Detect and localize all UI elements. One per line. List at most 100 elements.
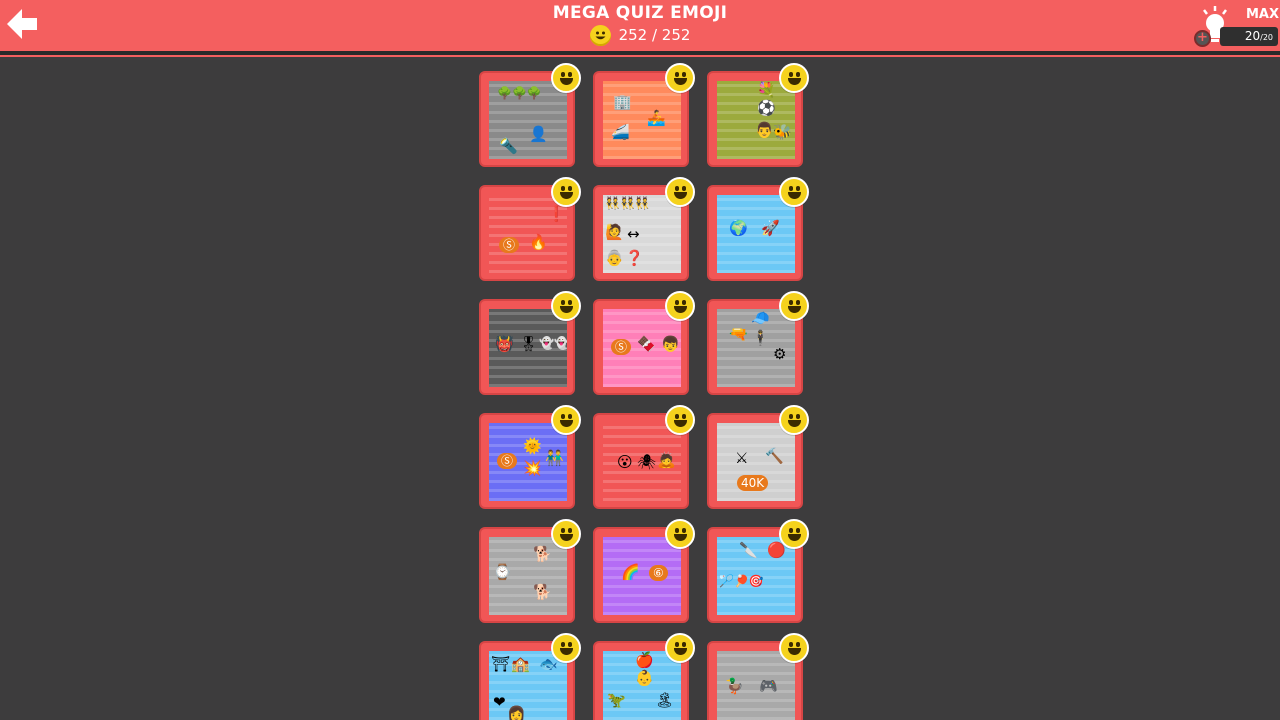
level-tile[interactable]: Ⓢ 🌞 💥 👬 <box>479 405 581 509</box>
puzzle-emoji: 🚣 <box>647 109 666 127</box>
level-tile[interactable]: 👯👯👯 🙋 ↔ 👵 ❓ <box>593 177 695 281</box>
smiley-mouth <box>674 78 687 85</box>
puzzle-emoji: 🌞 <box>523 437 542 455</box>
smiley-eye-left <box>561 72 565 77</box>
level-puzzle-image: 🍎 👶 🦖 🏝 <box>603 651 681 720</box>
smiley-eye-left <box>789 414 793 419</box>
puzzle-emoji: 🔫 <box>729 325 748 343</box>
solved-smiley-icon <box>551 519 581 549</box>
smiley-eye-left <box>789 300 793 305</box>
smiley-mouth <box>560 192 573 199</box>
puzzle-emoji: ⛩ <box>491 655 511 673</box>
solved-smiley-icon <box>665 291 695 321</box>
puzzle-emoji: ❤ <box>493 693 506 711</box>
smiley-eye-right <box>682 528 686 533</box>
puzzle-emoji: 💥 <box>523 459 542 477</box>
puzzle-emoji: 🐕 <box>533 583 552 601</box>
smiley-face-icon <box>595 31 606 39</box>
puzzle-emoji: ⌚ <box>493 563 512 581</box>
puzzle-emoji: 🔨 <box>765 447 784 465</box>
puzzle-emoji: ⚔ <box>735 449 749 467</box>
back-arrow-icon[interactable] <box>4 6 40 42</box>
level-tile[interactable]: ⌚ 🐕 🐕 <box>479 519 581 623</box>
level-puzzle-image: 🔪 🔴 🏸🏓🎯 <box>717 537 795 615</box>
puzzle-emoji: 👵 <box>605 249 624 267</box>
smiley-eye-right <box>796 186 800 191</box>
smiley-eye-left <box>561 642 565 647</box>
puzzle-emoji: Ⓢ <box>611 339 632 355</box>
puzzle-emoji: 🔴 <box>767 541 786 559</box>
solved-smiley-icon <box>779 405 809 435</box>
smiley-eye-left <box>789 72 793 77</box>
smiley-eye-right <box>682 72 686 77</box>
level-puzzle-image: ⛩ 🏫 🐟 ❤ 👩 <box>489 651 567 720</box>
smiley-mouth <box>788 306 801 313</box>
score-text: 252 / 252 <box>618 26 691 44</box>
level-tile[interactable]: 🔪 🔴 🏸🏓🎯 <box>707 519 809 623</box>
level-tile[interactable]: 🏢 🚄 🚣 <box>593 63 695 167</box>
puzzle-emoji: 👶 <box>635 669 654 687</box>
solved-smiley-icon <box>665 177 695 207</box>
level-tile[interactable]: ⛩ 🏫 🐟 ❤ 👩 <box>479 633 581 720</box>
level-tile[interactable]: 🌈 ⑥ <box>593 519 695 623</box>
level-tile[interactable]: ⚔ 🔨 40K <box>707 405 809 509</box>
smiley-mouth <box>674 648 687 655</box>
smiley-mouth <box>788 534 801 541</box>
level-tile[interactable]: 🍎 👶 🦖 🏝 <box>593 633 695 720</box>
puzzle-emoji: 🚀 <box>761 219 780 237</box>
solved-smiley-icon <box>779 633 809 663</box>
puzzle-emoji: 🔦 <box>499 137 518 155</box>
smiley-eye-left <box>675 300 679 305</box>
level-puzzle-image: 💐 ⚽ 👨 🐝 <box>717 81 795 159</box>
level-tile[interactable]: 💐 ⚽ 👨 🐝 <box>707 63 809 167</box>
level-puzzle-image: 👹 🎖 👻👻 <box>489 309 567 387</box>
back-arrow-icon-svg <box>7 9 37 39</box>
add-hints-button[interactable]: + <box>1194 30 1211 47</box>
level-tile[interactable]: 😮 🕷 🙇 <box>593 405 695 509</box>
level-tile[interactable]: 🧢 🔫 🕴 ⚙ <box>707 291 809 395</box>
puzzle-emoji: 😮 <box>617 453 633 471</box>
puzzle-emoji: 🙇 <box>657 451 676 469</box>
puzzle-emoji: ❗ <box>547 205 566 223</box>
level-tile[interactable]: 🌍 🚀 <box>707 177 809 281</box>
level-tile[interactable]: Ⓢ 🔥 ❗ <box>479 177 581 281</box>
level-tile[interactable]: 🦆 🎮 <box>707 633 809 720</box>
score-display: 252 / 252 <box>560 24 720 46</box>
level-puzzle-image: ⚔ 🔨 40K <box>717 423 795 501</box>
smiley-eye-left <box>675 186 679 191</box>
level-puzzle-image: 🧢 🔫 🕴 ⚙ <box>717 309 795 387</box>
level-tile[interactable]: 🌳🌳🌳 🔦 👤 <box>479 63 581 167</box>
level-puzzle-image: 🦆 🎮 <box>717 651 795 720</box>
level-tile[interactable]: 👹 🎖 👻👻 <box>479 291 581 395</box>
smiley-mouth <box>560 78 573 85</box>
puzzle-emoji: 🍎 <box>635 651 654 669</box>
smiley-eye-right <box>796 300 800 305</box>
top-bar-divider-accent <box>0 55 1280 57</box>
puzzle-emoji: 🚄 <box>611 123 630 141</box>
puzzle-emoji: 💐 <box>757 81 776 99</box>
smiley-eye-left <box>789 642 793 647</box>
level-puzzle-image: 🏢 🚄 🚣 <box>603 81 681 159</box>
hint-counter[interactable]: MAX 20/20 + <box>1192 2 1280 48</box>
puzzle-emoji: 👨 <box>755 121 774 139</box>
smiley-eye-right <box>796 528 800 533</box>
puzzle-emoji: 🏸🏓🎯 <box>719 574 764 588</box>
solved-smiley-icon <box>665 405 695 435</box>
smiley-eye-left <box>675 414 679 419</box>
puzzle-emoji: Ⓢ <box>499 237 520 253</box>
solved-smiley-icon <box>779 63 809 93</box>
smiley-eye-left <box>561 414 565 419</box>
puzzle-emoji: 🧢 <box>751 309 770 327</box>
smiley-eye-left <box>561 186 565 191</box>
puzzle-emoji: 🌳🌳🌳 <box>497 86 542 100</box>
smiley-mouth <box>788 648 801 655</box>
solved-smiley-icon <box>551 177 581 207</box>
smiley-eye-right <box>796 72 800 77</box>
level-puzzle-image: Ⓢ 🍫 👦 <box>603 309 681 387</box>
level-tile[interactable]: Ⓢ 🍫 👦 <box>593 291 695 395</box>
smiley-eye-left <box>789 186 793 191</box>
smiley-coin-icon <box>589 24 611 46</box>
smiley-mouth <box>560 648 573 655</box>
puzzle-emoji: 🦆 <box>725 677 744 695</box>
solved-smiley-icon <box>551 405 581 435</box>
